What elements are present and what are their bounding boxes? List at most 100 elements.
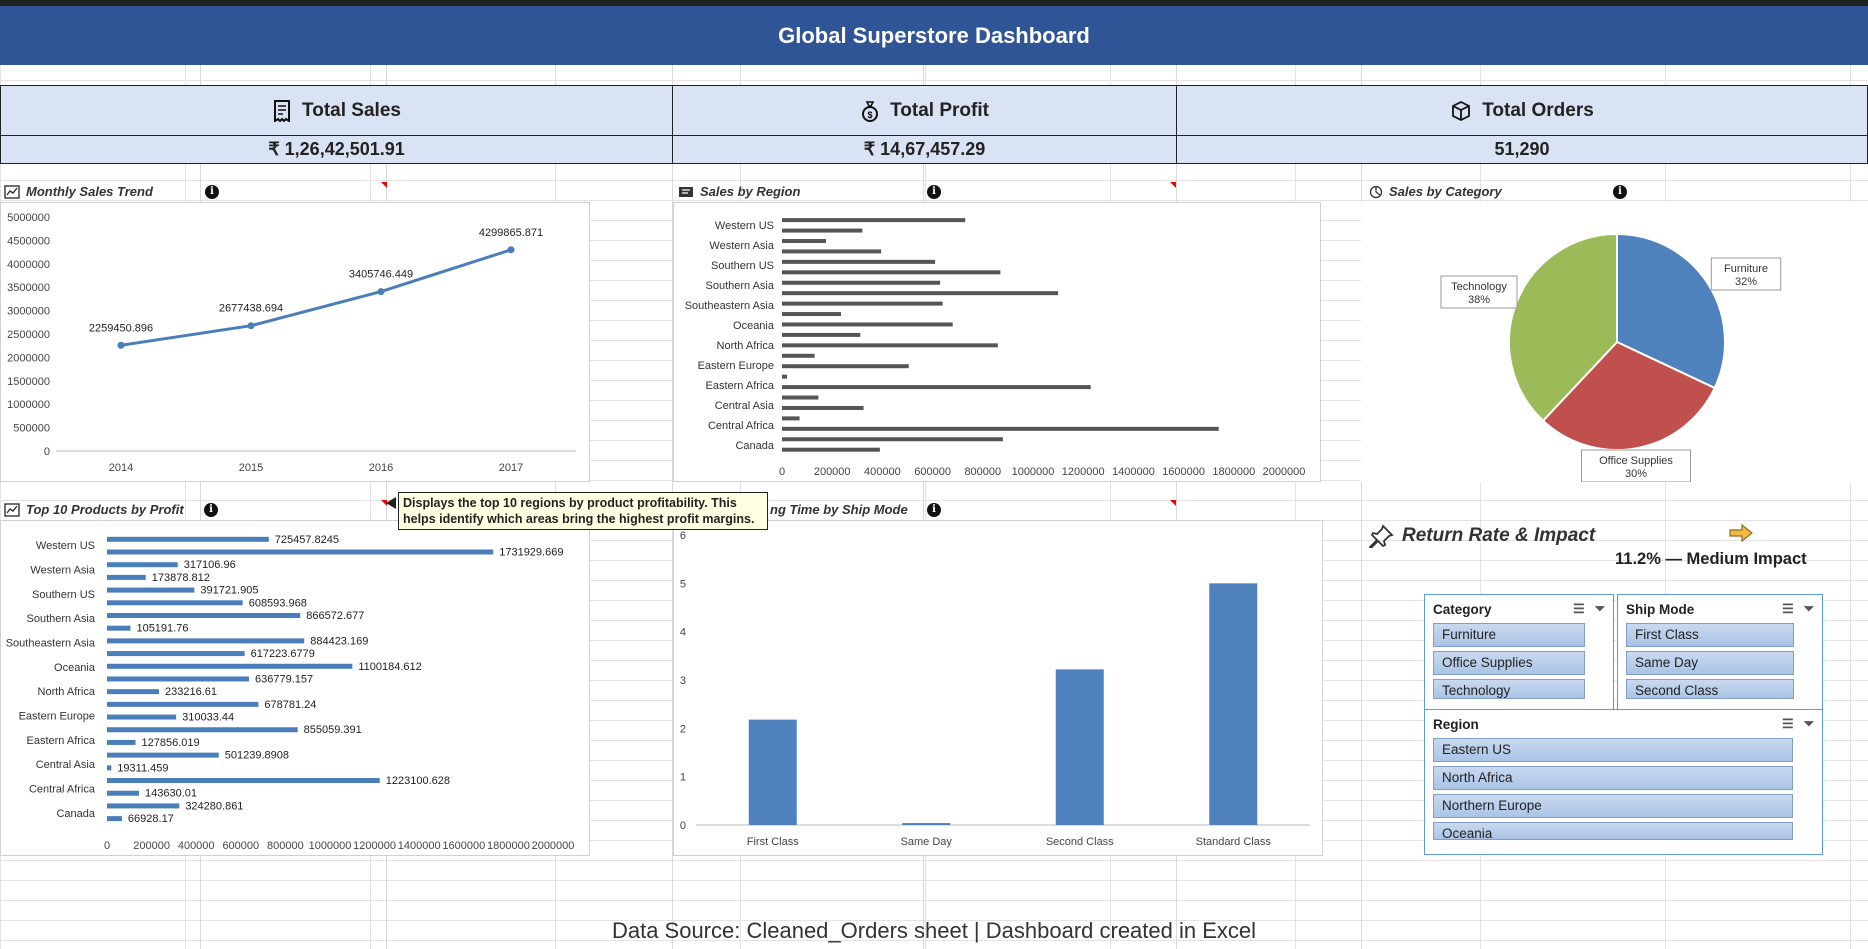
slicer-item-oceania[interactable]: Oceania [1433, 822, 1793, 841]
footer-note: Data Source: Cleaned_Orders sheet | Dash… [611, 918, 1257, 943]
tooltip-pointer [386, 497, 396, 509]
x-tick-label: 1800000 [1212, 466, 1255, 478]
slicer-item-north-africa[interactable]: North Africa [1433, 766, 1793, 790]
category-label: Eastern Africa [27, 735, 96, 747]
comment-indicator [1170, 500, 1176, 506]
multi-select-icon[interactable]: ☰ [1573, 601, 1585, 617]
slicer-item-same-day[interactable]: Same Day [1626, 651, 1794, 675]
bar [782, 218, 966, 223]
data-label: 1731929.669 [499, 547, 563, 559]
x-tick-label: 200000 [133, 840, 170, 852]
clear-filter-icon[interactable]: ⏷ [1595, 601, 1605, 617]
info-icon[interactable]: i [927, 503, 941, 517]
slicer-item-first-class[interactable]: First Class [1626, 623, 1794, 647]
category-label: Canada [735, 440, 774, 452]
line-series [120, 248, 512, 347]
bar [782, 343, 998, 348]
clear-filter-icon[interactable]: ⏷ [1804, 716, 1814, 732]
category-label: Oceania [54, 662, 96, 674]
region-slicer[interactable]: Region ☰ ⏷ Eastern US North Africa Northe… [1424, 709, 1823, 855]
sales-by-region-title: Sales by Region [678, 184, 800, 199]
sales-by-region-chart[interactable]: Western US Western Asia Southern US Souther… [673, 202, 1321, 482]
slicer-item-office-supplies[interactable]: Office Supplies [1433, 651, 1585, 675]
data-label: 38% [1468, 294, 1490, 306]
slicer-item-furniture[interactable]: Furniture [1433, 623, 1585, 647]
bar [782, 437, 1003, 442]
data-label: 173878.812 [152, 572, 210, 584]
sales-by-category-chart[interactable]: Furniture 32% Office Supplies 30% Technology… [1361, 202, 1868, 483]
data-label: 66928.17 [128, 813, 174, 825]
y-tick-label: 0 [44, 446, 50, 458]
clear-filter-icon[interactable]: ⏷ [1804, 601, 1814, 617]
bar [782, 416, 800, 421]
data-label: 1223100.628 [386, 775, 450, 787]
slicer-item-technology[interactable]: Technology [1433, 679, 1585, 699]
kpi-total-orders-header: Total Orders [1176, 85, 1868, 135]
data-label: 678781.24 [264, 699, 316, 711]
x-tick-label: 1200000 [1062, 466, 1105, 478]
info-icon[interactable]: i [205, 185, 219, 199]
kpi-total-profit-header: $ Total Profit [672, 85, 1177, 135]
y-tick-label: 2 [680, 723, 686, 735]
x-tick-label: 2014 [109, 462, 133, 474]
return-rate-value: 11.2% — Medium Impact [1615, 550, 1807, 568]
x-tick-label: 1800000 [487, 840, 530, 852]
multi-select-icon[interactable]: ☰ [1782, 601, 1794, 617]
y-tick-label: 2000000 [7, 352, 50, 364]
package-icon [1452, 100, 1471, 121]
data-label: 866572.677 [306, 610, 364, 622]
x-tick-label: 1000000 [309, 840, 352, 852]
x-tick-label: 600000 [222, 840, 259, 852]
x-tick-label: 2000000 [1263, 466, 1306, 478]
bar [782, 374, 788, 379]
shipping-time-chart[interactable]: 0 1 2 3 4 5 6 First Class Same Day Second Class St… [673, 520, 1323, 856]
info-icon[interactable]: i [204, 503, 218, 517]
info-icon[interactable]: i [1613, 185, 1627, 199]
chart-icon [4, 184, 20, 199]
monthly-sales-chart[interactable]: 0 500000 1000000 1500000 2000000 2500000 30000… [0, 202, 590, 482]
bar [107, 574, 146, 580]
bar [748, 719, 797, 825]
top10-products-chart[interactable]: 725457.8245 1731929.669 317106.96 173878.81… [0, 520, 590, 856]
kpi-total-orders-value: 51,290 [1176, 135, 1868, 164]
data-point [377, 288, 385, 296]
category-label: Office Supplies [1599, 455, 1673, 467]
bar [107, 816, 122, 822]
category-slicer[interactable]: Category ☰ ⏷ Furniture Office Supplies Te… [1424, 594, 1614, 712]
pie-icon [1369, 185, 1383, 198]
bar [782, 364, 909, 369]
kpi-label: Total Profit [890, 99, 989, 121]
data-label: 32% [1735, 276, 1757, 288]
y-tick-label: 500000 [13, 423, 50, 435]
slicer-title: Category [1433, 601, 1492, 617]
bar [782, 353, 815, 358]
slicer-title: Ship Mode [1626, 601, 1695, 617]
x-tick-label: 1000000 [1012, 466, 1055, 478]
ship-mode-slicer[interactable]: Ship Mode ☰ ⏷ First Class Same Day Second… [1617, 594, 1823, 712]
info-icon[interactable]: i [927, 185, 941, 199]
data-label: 501239.8908 [225, 750, 289, 762]
category-label: Technology [1451, 281, 1507, 293]
svg-text:$: $ [868, 110, 873, 120]
slicer-item-eastern-us[interactable]: Eastern US [1433, 738, 1793, 762]
category-label: Southern Asia [706, 280, 775, 292]
bar [107, 663, 353, 669]
comment-indicator [381, 182, 387, 188]
chart-icon [4, 502, 20, 517]
data-label: 2259450.896 [89, 322, 153, 334]
kpi-total-profit-value: ₹ 14,67,457.29 [672, 135, 1177, 164]
monthly-sales-title: Monthly Sales Trend [4, 184, 153, 199]
multi-select-icon[interactable]: ☰ [1782, 716, 1794, 732]
bar [782, 322, 953, 327]
x-tick-label: 400000 [864, 466, 901, 478]
pin-icon [1368, 524, 1394, 548]
slicer-item-second-class[interactable]: Second Class [1626, 679, 1794, 699]
sales-by-category-title: Sales by Category [1369, 184, 1502, 199]
kpi-label: Total Orders [1482, 99, 1594, 121]
slicer-item-northern-europe[interactable]: Northern Europe [1433, 794, 1793, 818]
category-label: Eastern Africa [706, 380, 775, 392]
data-label: 4299865.871 [479, 227, 543, 239]
bar [107, 739, 136, 745]
bar [107, 689, 160, 695]
bar [107, 778, 380, 784]
